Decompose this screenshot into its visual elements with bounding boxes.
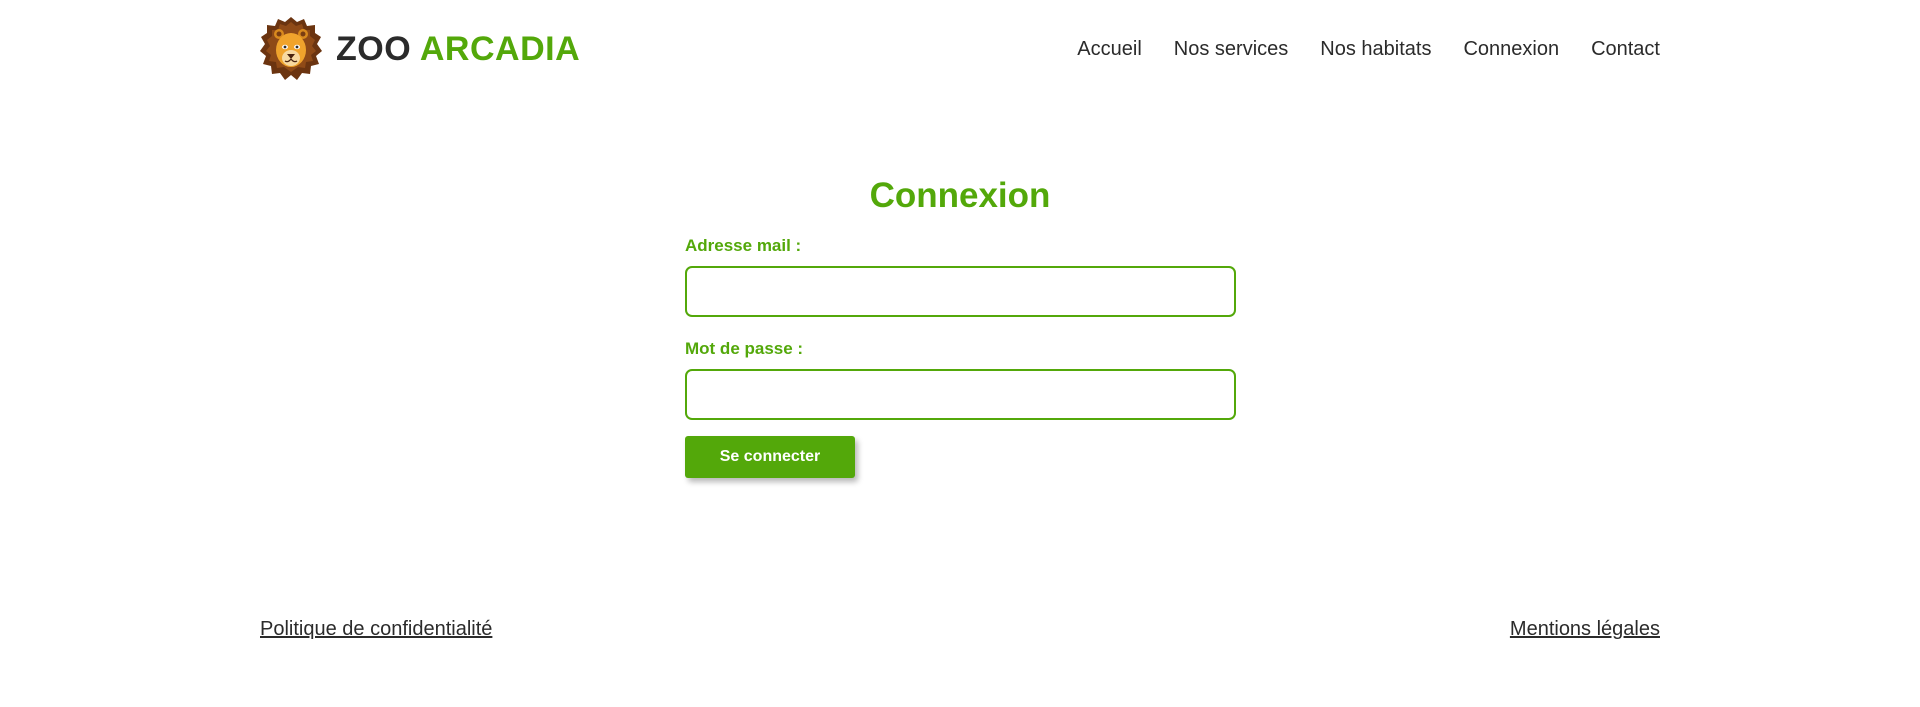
page: ZOO ARCADIA Accueil Nos services Nos hab… (0, 0, 1920, 707)
site-header: ZOO ARCADIA Accueil Nos services Nos hab… (260, 14, 1660, 84)
nav-item-accueil[interactable]: Accueil (1077, 38, 1141, 61)
nav-item-nos-habitats[interactable]: Nos habitats (1320, 38, 1431, 61)
footer-privacy-link[interactable]: Politique de confidentialité (260, 618, 492, 641)
email-field[interactable] (685, 266, 1236, 317)
email-group: Adresse mail : (685, 236, 1236, 317)
nav-item-contact[interactable]: Contact (1591, 38, 1660, 61)
password-field[interactable] (685, 369, 1236, 420)
main-nav: Accueil Nos services Nos habitats Connex… (1045, 14, 1660, 84)
email-label: Adresse mail : (685, 236, 802, 255)
page-title: Connexion (869, 176, 1051, 215)
lion-head-icon (260, 17, 322, 80)
brand-home-link[interactable]: ZOO ARCADIA (260, 14, 580, 84)
password-group: Mot de passe : (685, 339, 1236, 420)
login-button[interactable]: Se connecter (685, 436, 855, 478)
brand-name-arcadia: ARCADIA (419, 29, 581, 68)
footer-legal-link[interactable]: Mentions légales (1510, 618, 1660, 641)
password-label: Mot de passe : (685, 339, 804, 358)
nav-item-nos-services[interactable]: Nos services (1174, 38, 1288, 61)
login-form: Adresse mail : Mot de passe : Se connect… (685, 236, 1236, 478)
brand-name-zoo: ZOO (336, 29, 412, 68)
nav-item-connexion[interactable]: Connexion (1463, 38, 1559, 61)
